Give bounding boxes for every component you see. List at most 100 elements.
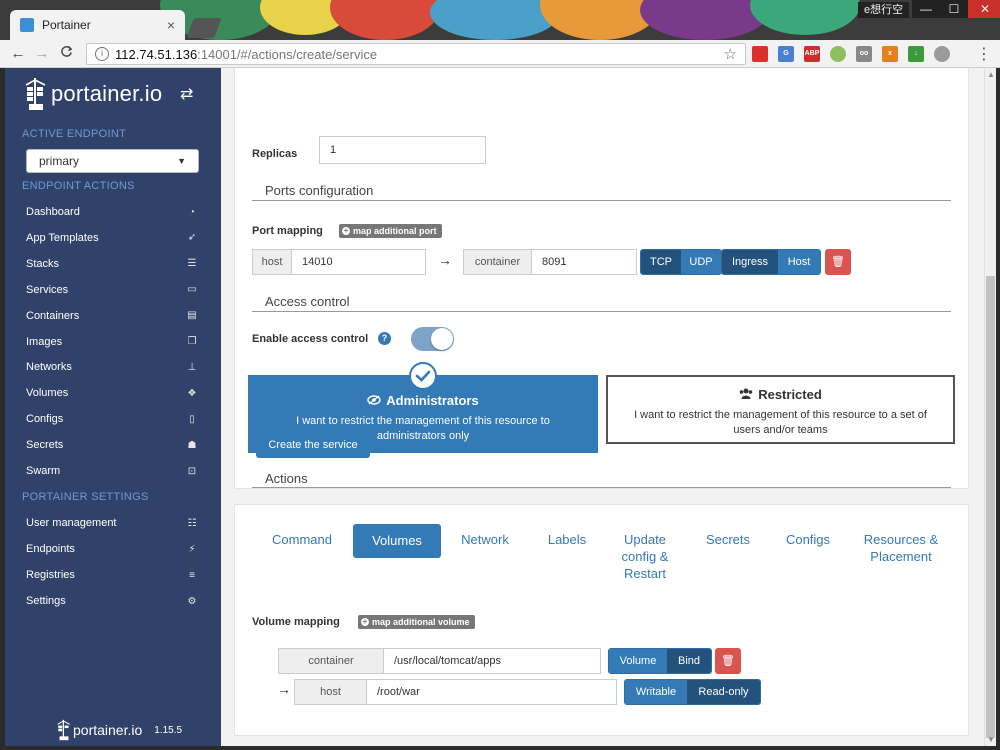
ext-translate-icon[interactable]: G	[778, 46, 794, 62]
portainer-logo[interactable]: portainer.io	[25, 76, 162, 112]
portainer-favicon-icon	[20, 18, 34, 32]
section-divider	[252, 311, 951, 312]
sidebar-item-label: Volumes	[26, 387, 69, 400]
host-mode-button[interactable]: Host	[778, 250, 820, 274]
volume-host-path-input[interactable]: /root/war	[366, 679, 617, 705]
ext-green-icon[interactable]: ↓	[908, 46, 924, 62]
ext-red-icon[interactable]	[752, 46, 768, 62]
ext-glasses-icon[interactable]: oo	[856, 46, 872, 62]
minimize-icon[interactable]: —	[912, 0, 940, 18]
enable-access-control-label: Enable access control	[252, 333, 369, 345]
back-icon[interactable]: ←	[6, 45, 30, 62]
window-close-icon[interactable]: ✕	[968, 0, 1000, 18]
sidebar-item-stacks[interactable]: Stacks ☰	[26, 255, 198, 273]
tab-close-icon[interactable]: ×	[167, 17, 175, 33]
sidebar-item-label: Dashboard	[26, 206, 80, 218]
help-question-icon[interactable]: ?	[378, 332, 391, 345]
volume-type-toggle-group: Volume Bind	[608, 648, 712, 674]
access-control-toggle[interactable]	[411, 327, 454, 351]
access-control-title: Access control	[265, 294, 350, 309]
tcp-button[interactable]: TCP	[641, 250, 681, 274]
endpoint-select[interactable]: primary ▼	[26, 149, 199, 173]
sidebar-item-images[interactable]: Images ❐	[26, 333, 198, 351]
page-scrollbar[interactable]: ▲ ▼	[984, 68, 996, 746]
sidebar-item-networks[interactable]: Networks ⊥	[26, 358, 198, 376]
tab-command[interactable]: Command	[262, 531, 342, 548]
plug-icon: ⚡	[188, 543, 196, 555]
restricted-option[interactable]: Restricted I want to restrict the manage…	[606, 375, 955, 444]
section-divider	[252, 487, 951, 488]
server-icon: ▤	[187, 310, 197, 322]
endpoint-selected-value: primary	[39, 154, 80, 168]
sidebar-item-configs[interactable]: Configs ▯	[26, 410, 198, 428]
service-options-panel: Command Volumes Network Labels Update config…	[234, 504, 969, 736]
ext-abp-icon[interactable]: ABP	[804, 46, 820, 62]
sidebar-item-endpoints[interactable]: Endpoints ⚡	[26, 540, 198, 558]
sidebar-item-settings[interactable]: Settings ⚙	[26, 592, 198, 610]
scroll-down-icon[interactable]: ▼	[987, 735, 995, 744]
address-bar[interactable]: i 112.74.51.136 :14001/#/actions/create/…	[86, 43, 746, 65]
caret-down-icon: ▼	[177, 156, 186, 166]
forward-icon[interactable]: →	[30, 45, 54, 62]
eye-slash-icon	[367, 393, 381, 408]
sidebar-item-app-templates[interactable]: App Templates ➶	[26, 229, 198, 247]
toggle-sidebar-icon[interactable]: ⇄	[180, 84, 193, 104]
udp-button[interactable]: UDP	[681, 250, 721, 274]
list-icon: ☰	[187, 258, 197, 270]
create-service-button[interactable]: Create the service	[256, 432, 370, 458]
browser-tab[interactable]: Portainer ×	[10, 10, 185, 40]
active-endpoint-heading: ACTIVE ENDPOINT	[22, 128, 127, 140]
sidebar-item-label: Secrets	[26, 439, 64, 452]
sidebar-item-user-management[interactable]: User management ☷	[26, 514, 198, 532]
sidebar-item-swarm[interactable]: Swarm ⊡	[26, 462, 198, 480]
speedometer-icon: ◔	[188, 206, 196, 218]
volume-type-button[interactable]: Volume	[609, 649, 667, 673]
volume-container-path-input[interactable]: /usr/local/tomcat/apps	[383, 648, 601, 674]
sidebar-item-dashboard[interactable]: Dashboard ◔	[26, 203, 198, 221]
sidebar-item-containers[interactable]: Containers ▤	[26, 307, 198, 325]
ext-gray-icon[interactable]	[934, 46, 950, 62]
scroll-up-icon[interactable]: ▲	[987, 70, 995, 79]
user-secret-icon: ☗	[187, 439, 197, 451]
container-port-input[interactable]: 8091	[531, 249, 637, 275]
tab-resources-placement[interactable]: Resources & Placement	[849, 531, 953, 565]
tab-labels[interactable]: Labels	[537, 531, 597, 548]
reload-icon[interactable]	[54, 45, 78, 62]
extension-icons: G ABP oo x ↓	[752, 46, 950, 62]
scrollbar-thumb[interactable]	[986, 276, 995, 738]
tab-secrets[interactable]: Secrets	[693, 531, 763, 548]
sidebar-item-registries[interactable]: Registries ≡	[26, 566, 198, 584]
browser-menu-icon[interactable]: ⋮	[976, 44, 992, 64]
info-icon[interactable]: i	[95, 47, 109, 61]
bookmark-star-icon[interactable]: ☆	[724, 45, 737, 63]
volume-access-toggle-group: Writable Read-only	[624, 679, 761, 705]
map-additional-volume-button[interactable]: + map additional volume	[358, 615, 475, 629]
footer-logo-text: portainer.io	[73, 722, 143, 738]
clone-icon: ❐	[187, 336, 197, 347]
sidebar-item-label: Stacks	[26, 257, 60, 270]
ingress-button[interactable]: Ingress	[722, 250, 778, 274]
sidebar-item-label: Networks	[26, 361, 72, 374]
ext-orange-icon[interactable]: x	[882, 46, 898, 62]
host-port-input[interactable]: 14010	[291, 249, 426, 275]
replicas-input[interactable]: 1	[319, 136, 486, 164]
tab-network[interactable]: Network	[449, 531, 521, 548]
sidebar-item-services[interactable]: Services ▭	[26, 281, 198, 299]
sidebar-item-label: Containers	[26, 309, 80, 322]
maximize-icon[interactable]: ☐	[940, 0, 968, 18]
bind-type-button[interactable]: Bind	[667, 649, 711, 673]
sidebar-item-secrets[interactable]: Secrets ☗	[26, 436, 198, 454]
map-additional-port-button[interactable]: + map additional port	[339, 224, 442, 238]
read-only-button[interactable]: Read-only	[687, 680, 760, 704]
tab-configs[interactable]: Configs	[775, 531, 841, 548]
remove-port-button[interactable]: 🗑	[825, 249, 851, 275]
remove-volume-button[interactable]: 🗑	[715, 648, 741, 674]
tab-update-config-restart[interactable]: Update config & Restart	[609, 531, 681, 582]
sidebar-item-volumes[interactable]: Volumes ❖	[26, 384, 198, 402]
writable-button[interactable]: Writable	[625, 680, 687, 704]
tab-volumes[interactable]: Volumes	[353, 524, 441, 558]
sidebar-item-label: Endpoints	[26, 543, 75, 555]
ext-circle-icon[interactable]	[830, 46, 846, 62]
port-mapping-label: Port mapping	[252, 225, 323, 237]
tab-title: Portainer	[42, 18, 91, 32]
